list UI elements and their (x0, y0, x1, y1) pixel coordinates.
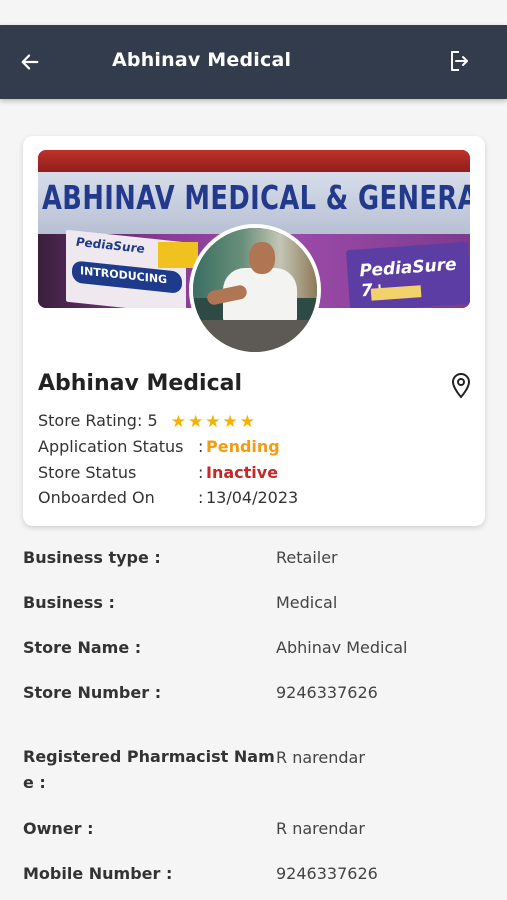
detail-label-owner: Owner : (23, 819, 94, 838)
detail-label-store-number: Store Number : (23, 683, 162, 702)
star-icon: ★ (187, 412, 204, 432)
star-icon: ★ (205, 412, 221, 432)
map-pin-icon[interactable] (449, 372, 473, 400)
page-title: Abhinav Medical (112, 49, 292, 71)
poster-band-text: INTRODUCING (80, 264, 168, 287)
detail-value-store-number: 9246337626 (276, 683, 378, 702)
detail-value-mobile: 9246337626 (276, 864, 378, 883)
star-icon: ★ (239, 412, 255, 432)
detail-value-business: Medical (276, 593, 338, 612)
banner-product-box: PediaSure 7+ (345, 241, 470, 308)
store-status-label: Store Status (38, 463, 137, 482)
status-bar (0, 0, 507, 25)
detail-label-store-name: Store Name : (23, 638, 142, 657)
detail-label-mobile: Mobile Number : (23, 864, 173, 883)
star-icon: ★ (170, 412, 186, 432)
detail-value-business-type: Retailer (276, 548, 338, 567)
banner-sign-text: ABHINAV MEDICAL & GENERAL STO (42, 178, 470, 217)
detail-label-pharmacist: Registered Pharmacist Name : (23, 747, 275, 792)
detail-value-owner: R narendar (276, 819, 365, 838)
logout-button[interactable] (440, 43, 476, 79)
store-status-value: Inactive (206, 463, 279, 482)
onboarded-label: Onboarded On (38, 488, 155, 507)
store-card: ABHINAV MEDICAL & GENERAL STO PediaSure … (23, 136, 485, 526)
back-button[interactable] (12, 44, 48, 80)
onboarded-value: 13/04/2023 (206, 488, 299, 507)
detail-label-business: Business : (23, 593, 115, 612)
store-status-row: Store Status : Inactive (38, 463, 279, 482)
poster-brand: PediaSure (76, 234, 145, 256)
onboarded-row: Onboarded On : 13/04/2023 (38, 488, 299, 507)
rating-stars: ★ ★ ★ ★ ★ (170, 412, 257, 432)
detail-value-store-name: Abhinav Medical (276, 638, 408, 657)
star-icon: ★ (222, 412, 238, 432)
application-status-label: Application Status (38, 437, 184, 456)
application-status-row: Application Status : Pending (38, 437, 280, 456)
arrow-left-icon (21, 54, 39, 70)
application-status-value: Pending (206, 437, 280, 456)
detail-label-business-type: Business type : (23, 548, 161, 567)
logout-icon (451, 51, 468, 71)
store-rating-label: Store Rating: 5 (38, 411, 158, 430)
store-name-title: Abhinav Medical (38, 371, 243, 396)
detail-value-pharmacist: R narendar (276, 748, 365, 767)
owner-avatar (189, 224, 321, 356)
app-bar: Abhinav Medical (0, 25, 507, 99)
store-rating-row: Store Rating: 5 ★ ★ ★ ★ ★ (38, 411, 257, 432)
